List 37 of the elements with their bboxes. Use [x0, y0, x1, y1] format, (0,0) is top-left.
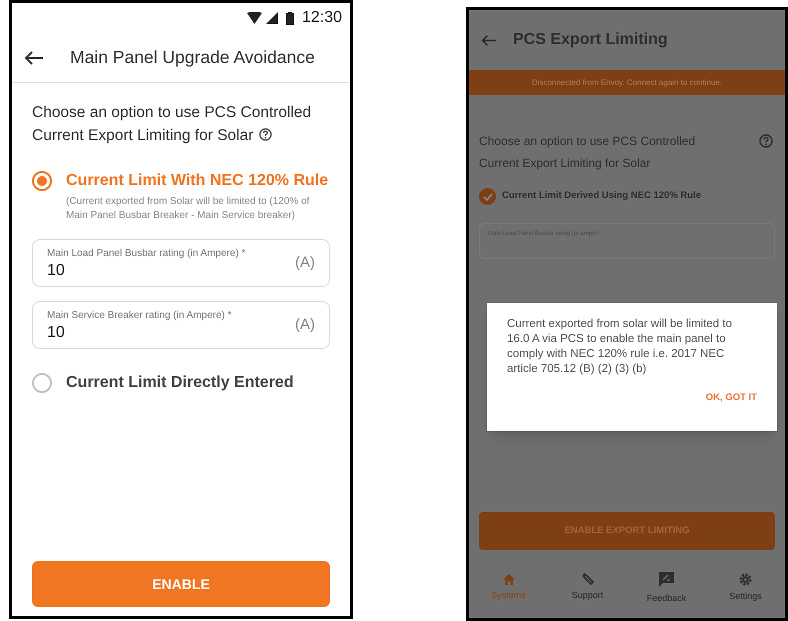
option-label[interactable]: Current Limit Directly Entered: [66, 371, 294, 395]
intro-text: Choose an option to use PCS Controlled Current Export Limiting for Solar: [32, 103, 312, 146]
enable-button[interactable]: ENABLE: [32, 561, 330, 607]
option-description: (Current exported from Solar will be limited to (120% of Main Panel Busbar Breaker - Main Service breaker): [66, 195, 310, 223]
radio-button[interactable]: [32, 373, 52, 393]
gear-icon: [739, 572, 752, 586]
nav-tab[interactable]: Feedback: [632, 570, 702, 606]
nav-tab[interactable]: Support: [552, 573, 622, 603]
input-field[interactable]: Main Load Panel Busbar rating (in Ampere) * 10 (A): [32, 239, 330, 287]
signal-icon: [266, 12, 278, 24]
screen-title: Main Panel Upgrade Avoidance: [70, 46, 315, 70]
nav-tab[interactable]: Systems: [474, 574, 544, 602]
option-label[interactable]: Current Limit With NEC 120% Rule: [66, 169, 328, 193]
field-label: Main Service Breaker rating (in Ampere) *: [47, 308, 232, 322]
field-value: 10: [47, 322, 66, 342]
nav-tab[interactable]: Settings: [710, 572, 780, 604]
checkbox[interactable]: [479, 188, 496, 205]
feedback-icon: [658, 570, 675, 588]
field-value: 10: [47, 260, 66, 280]
input-field[interactable]: Main Service Breaker rating (in Ampere) * 10 (A): [32, 301, 330, 349]
field-label: Main Load Panel Busbar rating (in Ampere) *: [47, 246, 246, 260]
help-icon[interactable]: [259, 128, 272, 141]
battery-icon: [286, 12, 294, 24]
check-icon: [482, 192, 492, 200]
dialog-message: Current exported from solar will be limited to 16.0 A via PCS to enable the main panel to comply with NEC 120% rule i.e. 2017 NEC article 705.12 (B) (2) (3) (b): [507, 317, 733, 377]
connection-banner: Disconnected from Envoy. Connect again to continue.: [469, 70, 785, 95]
status-time: 12:30: [302, 8, 342, 28]
option-label[interactable]: Current Limit Derived Using NEC 120% Rule: [502, 189, 702, 204]
unit-label: (A): [295, 252, 315, 273]
home-icon: [502, 574, 514, 585]
unit-label: (A): [295, 314, 315, 335]
radio-button[interactable]: [32, 171, 52, 191]
intro-text: Choose an option to use PCS Controlled Current Export Limiting for Solar: [479, 133, 696, 172]
wifi-icon: [246, 12, 262, 24]
ok-button[interactable]: OK, GOT IT: [706, 391, 757, 406]
back-icon[interactable]: [24, 50, 44, 66]
screen-title: PCS Export Limiting: [513, 30, 668, 50]
